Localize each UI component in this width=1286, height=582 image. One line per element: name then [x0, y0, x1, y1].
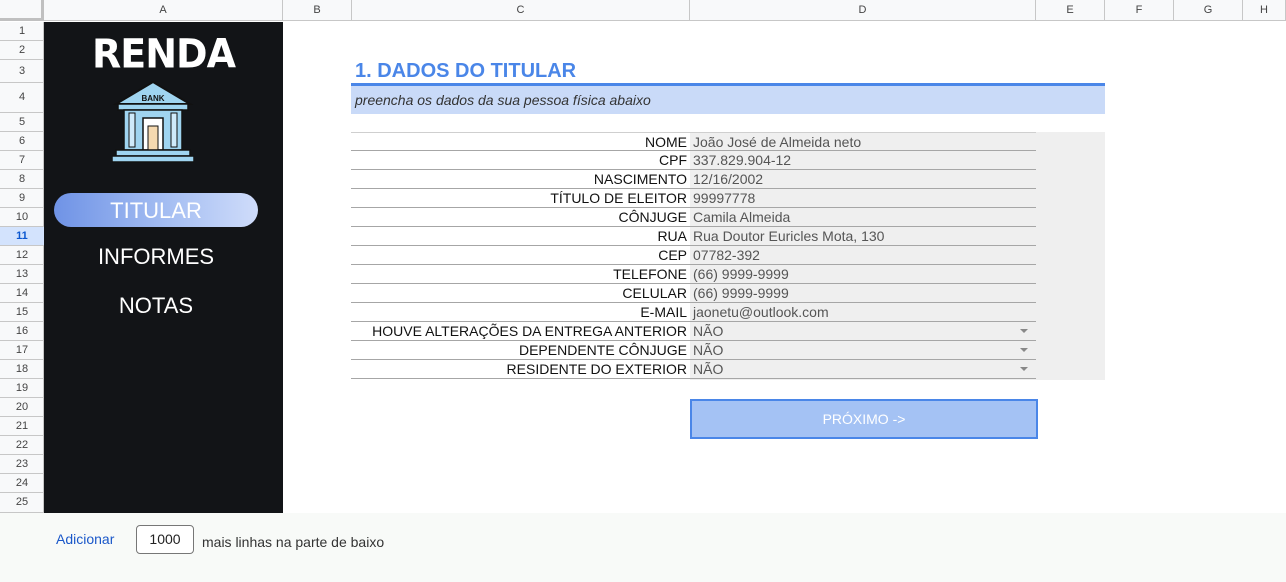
- row-header[interactable]: 1: [0, 22, 44, 41]
- field-value[interactable]: (66) 9999-9999: [693, 285, 789, 301]
- field-label: TELEFONE: [613, 266, 687, 282]
- row-header[interactable]: 24: [0, 474, 44, 493]
- row-header[interactable]: 23: [0, 455, 44, 474]
- form-row: HOUVE ALTERAÇÕES DA ENTREGA ANTERIOR NÃO: [351, 322, 1036, 341]
- field-label: RUA: [657, 228, 687, 244]
- field-label: CEP: [658, 247, 687, 263]
- column-header-g[interactable]: G: [1174, 0, 1243, 21]
- form-row: CPF 337.829.904-12: [351, 151, 1036, 170]
- column-header-d[interactable]: D: [690, 0, 1036, 21]
- rows-count-input[interactable]: 1000: [136, 525, 194, 554]
- row-header[interactable]: 3: [0, 60, 44, 83]
- field-label: NOME: [645, 134, 687, 150]
- form-row: TELEFONE (66) 9999-9999: [351, 265, 1036, 284]
- field-value[interactable]: 99997778: [693, 190, 755, 206]
- row-header[interactable]: 5: [0, 113, 44, 132]
- dropdown-arrow-icon[interactable]: [1020, 329, 1028, 333]
- form-row: CÔNJUGE Camila Almeida: [351, 208, 1036, 227]
- row-header[interactable]: 2: [0, 41, 44, 60]
- row-header[interactable]: 4: [0, 83, 44, 113]
- form-row: RUA Rua Doutor Euricles Mota, 130: [351, 227, 1036, 246]
- row-header[interactable]: 12: [0, 246, 44, 265]
- field-value[interactable]: João José de Almeida neto: [693, 134, 861, 150]
- nav-titular[interactable]: TITULAR: [54, 198, 258, 224]
- row-header[interactable]: 15: [0, 303, 44, 322]
- next-button[interactable]: PRÓXIMO ->: [690, 399, 1038, 439]
- row-header[interactable]: 25: [0, 493, 44, 513]
- field-label: CPF: [659, 152, 687, 168]
- field-value[interactable]: 337.829.904-12: [693, 152, 791, 168]
- add-rows-footer: Adicionar 1000 mais linhas na parte de b…: [0, 513, 1286, 582]
- form-row: RESIDENTE DO EXTERIOR NÃO: [351, 360, 1036, 379]
- row-header-active[interactable]: 11: [0, 227, 44, 246]
- form-row: DEPENDENTE CÔNJUGE NÃO: [351, 341, 1036, 360]
- row-header[interactable]: 20: [0, 398, 44, 417]
- field-value[interactable]: 07782-392: [693, 247, 760, 263]
- field-label: CÔNJUGE: [618, 209, 687, 225]
- row-header[interactable]: 8: [0, 170, 44, 189]
- field-value[interactable]: 12/16/2002: [693, 171, 763, 187]
- row-header[interactable]: 22: [0, 436, 44, 455]
- column-header-bar: A B C D E F G H: [0, 0, 1286, 21]
- row-header[interactable]: 9: [0, 189, 44, 208]
- field-value[interactable]: (66) 9999-9999: [693, 266, 789, 282]
- field-label: HOUVE ALTERAÇÕES DA ENTREGA ANTERIOR: [372, 323, 687, 339]
- row-header[interactable]: 13: [0, 265, 44, 284]
- nav-informes[interactable]: INFORMES: [54, 244, 258, 270]
- field-value[interactable]: Camila Almeida: [693, 209, 790, 225]
- column-header-h[interactable]: H: [1243, 0, 1286, 21]
- sidebar: RENDA BANK TITULAR INFORMES NOTAS: [44, 22, 283, 513]
- dropdown-arrow-icon[interactable]: [1020, 348, 1028, 352]
- field-label: NASCIMENTO: [593, 171, 687, 187]
- section-title: 1. DADOS DO TITULAR: [355, 60, 577, 82]
- form-row: CELULAR (66) 9999-9999: [351, 284, 1036, 303]
- form-row: CEP 07782-392: [351, 246, 1036, 265]
- field-value[interactable]: Rua Doutor Euricles Mota, 130: [693, 228, 884, 244]
- row-header[interactable]: 16: [0, 322, 44, 341]
- row-header[interactable]: 7: [0, 151, 44, 170]
- column-header-a[interactable]: A: [44, 0, 283, 21]
- row-header[interactable]: 6: [0, 132, 44, 151]
- row-header[interactable]: 17: [0, 341, 44, 360]
- column-header-b[interactable]: B: [283, 0, 352, 21]
- row-header[interactable]: 21: [0, 417, 44, 436]
- field-dropdown-value[interactable]: NÃO: [693, 361, 723, 377]
- add-rows-suffix: mais linhas na parte de baixo: [202, 534, 385, 550]
- row-header-bar: 1 2 3 4 5 6 7 8 9 10 11 12 13 14 15 16 1…: [0, 22, 44, 513]
- row-header[interactable]: 19: [0, 379, 44, 398]
- column-header-c[interactable]: C: [352, 0, 690, 21]
- form-row: NOME João José de Almeida neto: [351, 132, 1036, 151]
- field-label: CELULAR: [622, 285, 687, 301]
- field-value[interactable]: jaonetu@outlook.com: [693, 304, 829, 320]
- field-label: RESIDENTE DO EXTERIOR: [506, 361, 687, 377]
- app-logo-text: RENDA: [92, 30, 236, 78]
- bank-icon-label: BANK: [141, 94, 164, 103]
- column-header-f[interactable]: F: [1105, 0, 1174, 21]
- row-header[interactable]: 18: [0, 360, 44, 379]
- section-subtitle: preencha os dados da sua pessoa física a…: [355, 92, 651, 108]
- form-row: TÍTULO DE ELEITOR 99997778: [351, 189, 1036, 208]
- dropdown-arrow-icon[interactable]: [1020, 367, 1028, 371]
- row-header[interactable]: 10: [0, 208, 44, 227]
- column-header-e[interactable]: E: [1036, 0, 1105, 21]
- nav-notas[interactable]: NOTAS: [54, 293, 258, 319]
- field-dropdown-value[interactable]: NÃO: [693, 342, 723, 358]
- field-label: E-MAIL: [640, 304, 687, 320]
- bank-icon: BANK: [112, 80, 194, 163]
- field-label: TÍTULO DE ELEITOR: [550, 190, 687, 206]
- row-header[interactable]: 14: [0, 284, 44, 303]
- form-row: E-MAIL jaonetu@outlook.com: [351, 303, 1036, 322]
- field-dropdown-value[interactable]: NÃO: [693, 323, 723, 339]
- form-row: NASCIMENTO 12/16/2002: [351, 170, 1036, 189]
- add-rows-button[interactable]: Adicionar: [56, 531, 114, 547]
- field-label: DEPENDENTE CÔNJUGE: [518, 342, 687, 358]
- select-all-corner[interactable]: [0, 0, 44, 21]
